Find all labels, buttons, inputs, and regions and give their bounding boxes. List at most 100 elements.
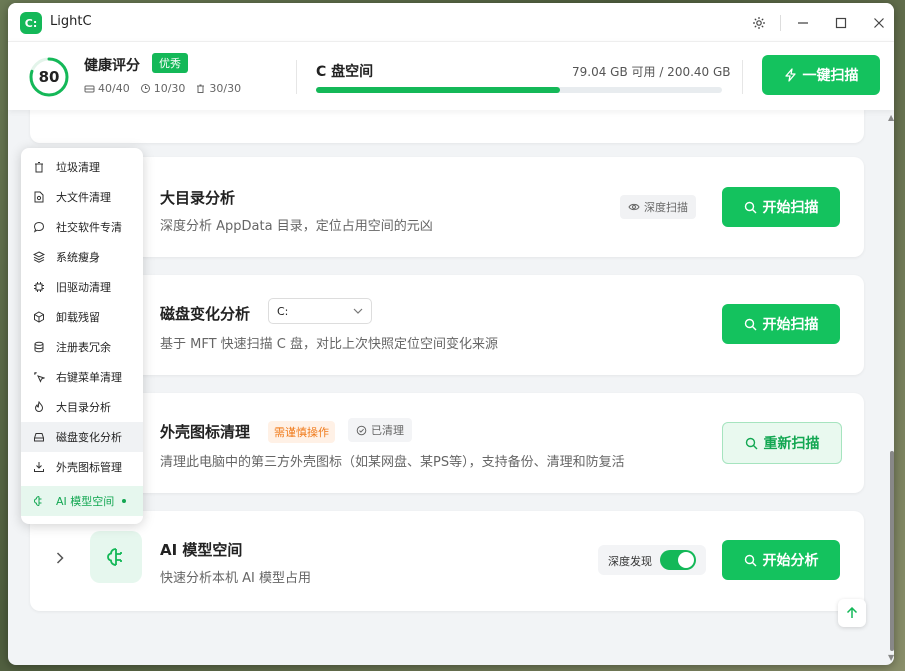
expand-chevron-icon[interactable] (56, 549, 64, 568)
card-title: 大目录分析 (160, 189, 236, 207)
start-scan-button[interactable]: 开始扫描 (722, 187, 840, 227)
settings-gear-icon[interactable] (748, 12, 770, 34)
disk-title: C 盘空间 (316, 64, 374, 80)
status-header: 80 健康评分 优秀 40/40 10/30 30/30 C 盘空间 79.04… (8, 41, 894, 110)
disk-free: 79.04 GB 可用 / 200.40 GB (572, 65, 731, 79)
menu-item-ai-model[interactable]: AI 模型空间 (21, 486, 143, 516)
brain-icon (32, 494, 46, 508)
card-desc: 快速分析本机 AI 模型占用 (160, 571, 311, 586)
menu-item-label: 磁盘变化分析 (56, 431, 122, 444)
deep-scan-tag-label: 深度扫描 (644, 201, 688, 214)
flame-icon (32, 400, 46, 414)
card-shell-icon: 外壳图标清理 需谨慎操作 已清理 清理此电脑中的第三方外壳图标（如某网盘、某PS… (30, 393, 864, 493)
cleaned-tag: 已清理 (348, 418, 412, 442)
card-title: AI 模型空间 (160, 541, 243, 559)
start-analyze-button[interactable]: 开始分析 (722, 540, 840, 580)
database-icon (32, 340, 46, 354)
drive-select-value: C: (277, 304, 289, 318)
card-desc: 清理此电脑中的第三方外壳图标（如某网盘、某PS等），支持备份、清理和防复活 (160, 455, 625, 470)
menu-item-label: 旧驱动清理 (56, 281, 111, 294)
health-stats: 40/40 10/30 30/30 (84, 82, 241, 95)
start-scan-label: 开始扫描 (762, 200, 819, 216)
scroll-up-icon[interactable]: ▲ (888, 113, 894, 122)
download-tray-icon (32, 460, 46, 474)
layers-icon (32, 250, 46, 264)
search-icon (744, 201, 756, 213)
menu-item-registry[interactable]: 注册表冗余 (21, 332, 143, 362)
header-divider-2 (742, 60, 743, 94)
menu-item-disk-change[interactable]: 磁盘变化分析 (21, 422, 143, 452)
scrollbar-thumb[interactable] (890, 451, 894, 651)
minimize-icon[interactable] (792, 12, 814, 34)
chevron-down-icon (353, 308, 363, 314)
drive-select[interactable]: C: (268, 298, 372, 324)
menu-item-big-dir[interactable]: 大目录分析 (21, 392, 143, 422)
scroll-down-icon[interactable]: ▼ (888, 653, 894, 662)
file-search-icon (32, 190, 46, 204)
menu-item-label: 注册表冗余 (56, 341, 111, 354)
stat-time: 10/30 (140, 82, 186, 95)
health-score: 80 (38, 68, 60, 86)
check-circle-icon (356, 425, 367, 435)
ai-model-icon (90, 531, 142, 583)
search-icon (745, 437, 757, 449)
back-to-top-button[interactable] (838, 599, 866, 627)
deep-discovery-label: 深度发现 (608, 555, 652, 568)
search-icon (744, 554, 756, 566)
health-badge: 优秀 (152, 53, 188, 73)
disk-icon (84, 85, 95, 93)
health-title: 健康评分 (84, 58, 140, 74)
disk-usage-bar (316, 87, 722, 93)
warning-tag: 需谨慎操作 (268, 421, 335, 443)
start-scan-button[interactable]: 开始扫描 (722, 304, 840, 344)
one-key-scan-button[interactable]: 一键扫描 (762, 55, 880, 95)
chip-icon (32, 280, 46, 294)
titlebar-divider (780, 15, 781, 31)
close-icon[interactable] (868, 12, 890, 34)
stat-trash: 30/30 (195, 82, 241, 95)
menu-item-old-driver[interactable]: 旧驱动清理 (21, 272, 143, 302)
eye-icon (628, 203, 640, 211)
title-bar: C: LightC (8, 3, 894, 41)
card-disk-change: 磁盘变化分析 C: 基于 MFT 快速扫描 C 盘，对比上次快照定位空间变化来源… (30, 275, 864, 375)
chat-bubble-icon (32, 220, 46, 234)
deep-discovery-control: 深度发现 (598, 545, 706, 575)
nav-menu: 垃圾清理 大文件清理 社交软件专清 系统瘦身 旧驱动清理 卸载残留 注册表冗余 (21, 148, 143, 524)
cursor-click-icon (32, 370, 46, 384)
search-icon (744, 318, 756, 330)
menu-item-uninstall-residue[interactable]: 卸载残留 (21, 302, 143, 332)
menu-item-large-file[interactable]: 大文件清理 (21, 182, 143, 212)
menu-item-label: AI 模型空间 (56, 495, 115, 508)
card-desc: 深度分析 AppData 目录，定位占用空间的元凶 (160, 219, 433, 234)
maximize-icon[interactable] (830, 12, 852, 34)
one-key-scan-label: 一键扫描 (802, 68, 859, 84)
lightning-icon (784, 68, 796, 82)
menu-item-label: 卸载残留 (56, 311, 100, 324)
menu-item-shell-icon[interactable]: 外壳图标管理 (21, 452, 143, 482)
menu-item-label: 外壳图标管理 (56, 461, 122, 474)
disk-usage-fill (316, 87, 560, 93)
card-title: 外壳图标清理 (160, 423, 251, 441)
start-analyze-label: 开始分析 (762, 553, 819, 569)
stat-trash-value: 30/30 (209, 82, 242, 95)
cleaned-tag-label: 已清理 (371, 424, 404, 437)
start-scan-label: 开始扫描 (762, 317, 819, 333)
header-divider (296, 60, 297, 94)
stat-time-value: 10/30 (153, 82, 186, 95)
trash-icon (32, 160, 46, 174)
stat-disk-value: 40/40 (98, 82, 130, 95)
menu-item-context-menu[interactable]: 右键菜单清理 (21, 362, 143, 392)
app-logo: C: (20, 12, 42, 34)
menu-item-social-clean[interactable]: 社交软件专清 (21, 212, 143, 242)
rescan-button[interactable]: 重新扫描 (722, 422, 842, 464)
rescan-label: 重新扫描 (763, 436, 820, 452)
menu-item-junk-clean[interactable]: 垃圾清理 (21, 152, 143, 182)
card-ai-model: AI 模型空间 快速分析本机 AI 模型占用 深度发现 开始分析 (30, 511, 864, 611)
deep-discovery-toggle[interactable] (660, 550, 696, 570)
card-desc: 基于 MFT 快速扫描 C 盘，对比上次快照定位空间变化来源 (160, 337, 499, 352)
active-dot (122, 499, 127, 503)
menu-item-system-slim[interactable]: 系统瘦身 (21, 242, 143, 272)
card-big-dir: 大目录分析 深度分析 AppData 目录，定位占用空间的元凶 深度扫描 开始扫… (30, 157, 864, 257)
card-partial-top (30, 109, 864, 143)
hard-drive-icon (32, 430, 46, 444)
